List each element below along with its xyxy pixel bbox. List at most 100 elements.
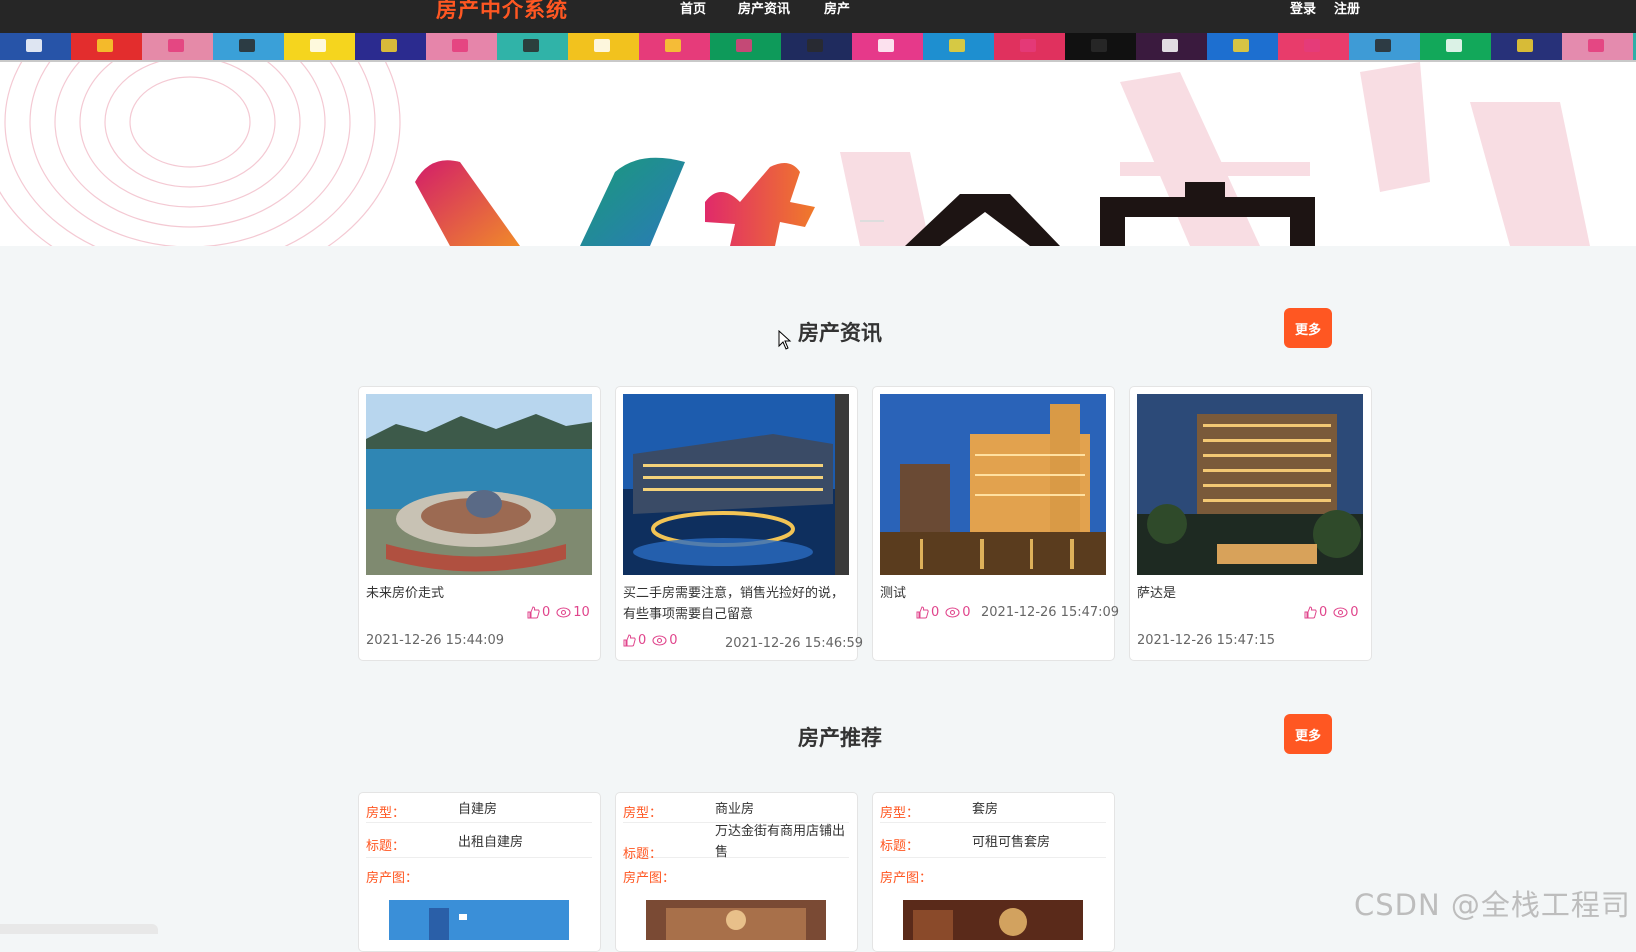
strip-tile <box>142 33 213 60</box>
strip-glyph-icon <box>1020 39 1036 52</box>
view-count: 0 <box>1350 605 1359 620</box>
strip-glyph-icon <box>1588 39 1604 52</box>
news-card-stats: 0 0 <box>916 605 971 620</box>
news-card-title: 萨达是 <box>1137 586 1177 601</box>
strip-tile <box>284 33 355 60</box>
strip-tile <box>0 33 71 60</box>
banner-artwork <box>0 62 1590 246</box>
eye-icon <box>556 607 571 618</box>
news-card-date: 2021-12-26 15:47:09 <box>981 605 1120 620</box>
news-card[interactable]: 萨达是 0 0 2021-12-26 15:47:15 <box>1129 386 1372 661</box>
news-card-title: 买二手房需要注意，销售光捡好的说，有些事项需要自己留意 <box>623 586 845 622</box>
strip-glyph-icon <box>878 39 894 52</box>
strip-tile <box>426 33 497 60</box>
property-image-row: 房产图： <box>623 858 849 888</box>
news-card-stats: 0 0 <box>1304 605 1359 620</box>
hero-banner <box>0 62 1636 246</box>
news-card-date: 2021-12-26 15:44:09 <box>366 633 505 648</box>
property-type-row: 房型： 套房 <box>880 793 1106 823</box>
strip-glyph-icon <box>1517 39 1533 52</box>
property-title-row: 标题： 出租自建房 <box>366 823 592 858</box>
strip-tile <box>781 33 852 60</box>
news-more-button[interactable]: 更多 <box>1284 308 1332 348</box>
property-image <box>646 900 826 940</box>
property-title-label: 标题： <box>880 839 920 854</box>
strip-glyph-icon <box>949 39 965 52</box>
news-card-title: 测试 <box>880 586 907 601</box>
strip-glyph-icon <box>1375 39 1391 52</box>
property-title-row: 标题： 万达金街有商用店铺出售 <box>623 823 849 862</box>
property-card[interactable]: 房型： 套房 标题： 可租可售套房 房产图： <box>872 792 1115 952</box>
csdn-watermark: CSDN @全栈工程司 <box>1354 888 1631 922</box>
register-link[interactable]: 注册 <box>1334 0 1360 17</box>
property-image <box>389 900 569 940</box>
site-logo-text[interactable]: 房产中介系统 <box>436 0 568 24</box>
decorative-color-strip <box>0 33 1636 62</box>
property-title-label: 标题： <box>366 839 406 854</box>
nav-news[interactable]: 房产资讯 <box>738 0 790 17</box>
strip-tile <box>1065 33 1136 60</box>
strip-glyph-icon <box>1233 39 1249 52</box>
news-image-casino <box>880 394 1106 575</box>
strip-tile <box>1136 33 1207 60</box>
strip-glyph-icon <box>26 39 42 52</box>
property-title-value: 出租自建房 <box>458 835 524 850</box>
strip-glyph-icon <box>97 39 113 52</box>
view-count: 10 <box>573 605 590 620</box>
property-type-value: 自建房 <box>458 802 498 817</box>
news-image-coast <box>366 394 592 575</box>
strip-glyph-icon <box>239 39 255 52</box>
thumbs-up-icon <box>623 634 636 647</box>
eye-icon <box>652 635 667 646</box>
property-image-label: 房产图： <box>623 871 676 886</box>
property-type-label: 房型： <box>880 806 920 821</box>
strip-tile <box>1349 33 1420 60</box>
nav-home[interactable]: 首页 <box>680 0 706 17</box>
banner-dot-2[interactable] <box>860 220 884 222</box>
property-type-value: 商业房 <box>715 802 755 817</box>
strip-tile <box>994 33 1065 60</box>
strip-glyph-icon <box>1162 39 1178 52</box>
nav-property[interactable]: 房产 <box>824 0 850 17</box>
like-count: 0 <box>1319 605 1328 620</box>
news-image-resort <box>623 394 849 575</box>
thumbs-up-icon <box>1304 606 1317 619</box>
banner-slider-dots <box>830 220 884 222</box>
view-count: 0 <box>962 605 971 620</box>
eye-icon <box>945 607 960 618</box>
property-type-row: 房型： 自建房 <box>366 793 592 823</box>
news-card[interactable]: 测试 0 0 2021-12-26 15:47:09 <box>872 386 1119 661</box>
browser-status-bar <box>0 924 158 934</box>
strip-glyph-icon <box>736 39 752 52</box>
strip-glyph-icon <box>310 39 326 52</box>
like-count: 0 <box>931 605 940 620</box>
property-title-value: 万达金街有商用店铺出售 <box>715 824 846 860</box>
strip-tile <box>923 33 994 60</box>
strip-tile <box>1278 33 1349 60</box>
recommend-more-button[interactable]: 更多 <box>1284 714 1332 754</box>
strip-glyph-icon <box>452 39 468 52</box>
banner-dot-1[interactable] <box>830 220 854 222</box>
property-title-row: 标题： 可租可售套房 <box>880 823 1106 858</box>
strip-tile <box>710 33 781 60</box>
news-card[interactable]: 买二手房需要注意，销售光捡好的说，有些事项需要自己留意 0 0 2021-12-… <box>615 386 863 661</box>
strip-tile <box>639 33 710 60</box>
property-image <box>903 900 1083 940</box>
property-type-value: 套房 <box>972 802 999 817</box>
view-count: 0 <box>669 633 678 648</box>
news-card-stats: 0 0 <box>623 633 678 648</box>
property-type-row: 房型： 商业房 <box>623 793 849 823</box>
news-card[interactable]: 未来房价走式 0 10 2021-12-26 15:44:09 <box>358 386 601 661</box>
property-type-label: 房型： <box>623 806 663 821</box>
news-image-hotel <box>1137 394 1363 575</box>
strip-tile <box>355 33 426 60</box>
mouse-cursor-icon <box>778 330 792 350</box>
login-link[interactable]: 登录 <box>1290 0 1316 17</box>
property-card[interactable]: 房型： 自建房 标题： 出租自建房 房产图： <box>358 792 601 952</box>
recommend-section-title: 房产推荐 <box>798 726 882 750</box>
top-navbar: 房产中介系统 首页 房产资讯 房产 登录 注册 <box>0 0 1636 33</box>
strip-glyph-icon <box>1304 39 1320 52</box>
strip-glyph-icon <box>807 39 823 52</box>
strip-tile <box>1420 33 1491 60</box>
property-card[interactable]: 房型： 商业房 标题： 万达金街有商用店铺出售 房产图： <box>615 792 858 952</box>
